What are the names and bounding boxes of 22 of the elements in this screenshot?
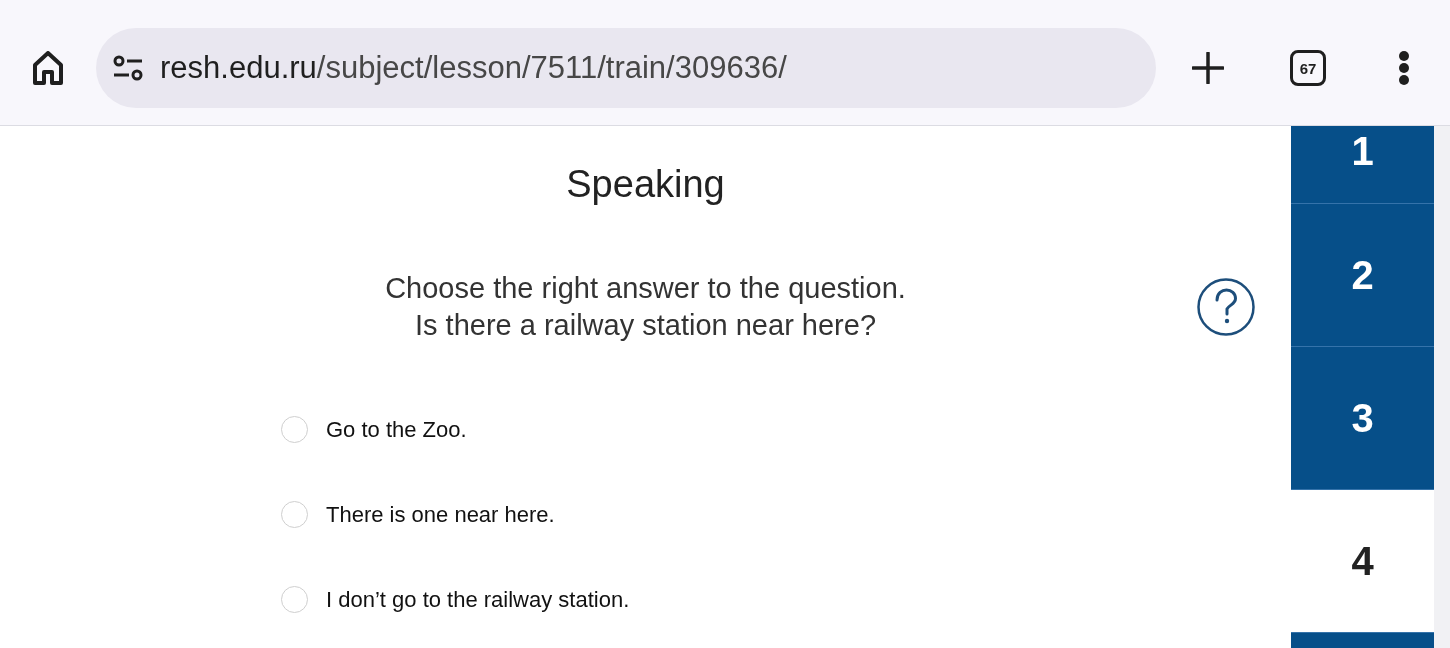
radio-button[interactable] [281, 416, 308, 443]
task-tab[interactable]: 3 [1291, 346, 1434, 489]
more-vertical-icon [1398, 51, 1410, 85]
help-icon[interactable] [1197, 278, 1255, 336]
task-tab[interactable]: 2 [1291, 203, 1434, 346]
task-instruction: Choose the right answer to the question. [385, 271, 906, 306]
radio-button[interactable] [281, 501, 308, 528]
plus-icon [1192, 52, 1224, 84]
url-text[interactable]: resh.edu.ru/subject/lesson/7511/train/309636/ [160, 48, 787, 88]
new-tab-button[interactable] [1190, 50, 1226, 86]
address-bar[interactable]: resh.edu.ru/subject/lesson/7511/train/309636/ [96, 28, 1156, 108]
lesson-title: Speaking [566, 162, 725, 206]
answer-option[interactable]: I don’t go to the railway station. [326, 585, 630, 614]
answer-option[interactable]: There is one near here. [326, 500, 555, 529]
task-tab[interactable]: 1 [1291, 126, 1434, 203]
tab-switcher-button[interactable]: 67 [1290, 50, 1326, 86]
home-icon [33, 51, 63, 85]
menu-button[interactable] [1396, 50, 1412, 86]
answer-option[interactable]: Go to the Zoo. [326, 415, 467, 444]
site-settings-icon[interactable] [113, 55, 143, 81]
radio-button[interactable] [281, 586, 308, 613]
question-text: Is there a railway station near here? [415, 308, 876, 343]
